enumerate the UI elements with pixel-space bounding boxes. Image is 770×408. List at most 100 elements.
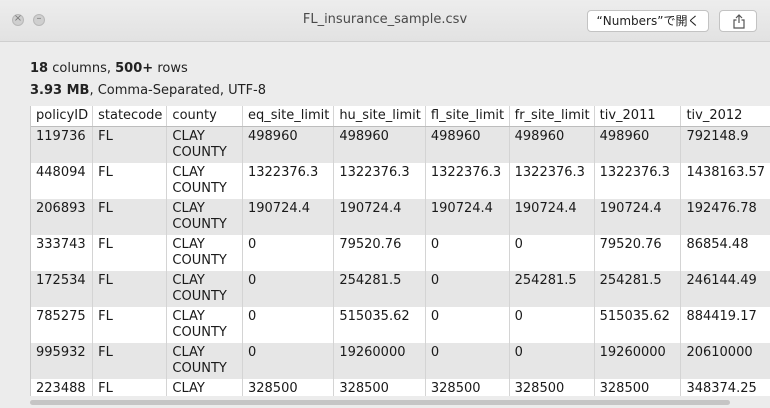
table-cell: CLAY COUNTY xyxy=(166,343,243,379)
share-icon xyxy=(733,14,745,29)
column-header-fr-site-limit[interactable]: fr_site_limit xyxy=(509,106,595,127)
column-header-policyid[interactable]: policyID xyxy=(31,106,94,127)
table-cell: 498960 xyxy=(333,126,426,163)
csv-table: policyID statecode county eq_site_limit hu_s… xyxy=(31,106,770,396)
table-row[interactable]: 333743 FL CLAY COUNTY 0 79520.76 0 0 79520.76 86… xyxy=(31,235,770,271)
table-cell: 20610000 xyxy=(680,343,770,379)
table-cell: 190724.4 xyxy=(242,199,335,235)
table-cell: 515035.62 xyxy=(333,307,426,343)
table-cell: 884419.17 xyxy=(680,307,770,343)
column-header-fl-site-limit[interactable]: fl_site_limit xyxy=(425,106,510,127)
quicklook-window: × – FL_insurance_sample.csv “Numbers”で開く… xyxy=(0,0,770,408)
rows-count: 500+ xyxy=(115,61,154,76)
table-cell: 206893 xyxy=(31,199,94,235)
column-header-tiv-2012[interactable]: tiv_2012 xyxy=(680,106,770,127)
table-cell: 19260000 xyxy=(333,343,426,379)
table-cell: 0 xyxy=(242,343,335,379)
table-row[interactable]: 223488 FL CLAY 328500 328500 328500 328500 3285… xyxy=(31,379,770,396)
open-with-numbers-button[interactable]: “Numbers”で開く xyxy=(587,10,709,32)
table-cell: 0 xyxy=(242,271,335,307)
rows-word: rows xyxy=(157,61,188,76)
table-cell: 448094 xyxy=(31,163,94,199)
columns-count: 18 xyxy=(30,61,49,76)
column-header-eq-site-limit[interactable]: eq_site_limit xyxy=(242,106,335,127)
table-cell: 498960 xyxy=(594,126,682,163)
table-cell: CLAY COUNTY xyxy=(166,235,243,271)
table-cell: 223488 xyxy=(31,379,94,396)
table-cell: 254281.5 xyxy=(333,271,426,307)
table-cell: 328500 xyxy=(509,379,595,396)
table-cell: 0 xyxy=(242,307,335,343)
table-cell: 0 xyxy=(425,271,510,307)
table-cell: 79520.76 xyxy=(333,235,426,271)
column-header-hu-site-limit[interactable]: hu_site_limit xyxy=(333,106,426,127)
table-cell: 498960 xyxy=(242,126,335,163)
table-cell: 328500 xyxy=(333,379,426,396)
table-cell: 792148.9 xyxy=(680,126,770,163)
table-cell: 995932 xyxy=(31,343,94,379)
table-cell: CLAY COUNTY xyxy=(166,126,243,163)
table-cell: CLAY xyxy=(166,379,243,396)
table-cell: 190724.4 xyxy=(425,199,510,235)
table-cell: 19260000 xyxy=(594,343,682,379)
table-cell: 190724.4 xyxy=(594,199,682,235)
table-header-row: policyID statecode county eq_site_limit hu_s… xyxy=(31,106,770,127)
table-cell: FL xyxy=(92,271,168,307)
table-cell: 190724.4 xyxy=(333,199,426,235)
table-cell: 254281.5 xyxy=(594,271,682,307)
column-header-county[interactable]: county xyxy=(166,106,243,127)
table-row[interactable]: 785275 FL CLAY COUNTY 0 515035.62 0 0 515035.62… xyxy=(31,307,770,343)
table-cell: 328500 xyxy=(425,379,510,396)
csv-table-view[interactable]: policyID statecode county eq_site_limit hu_s… xyxy=(30,106,770,396)
columns-word: columns, xyxy=(52,61,111,76)
table-cell: CLAY COUNTY xyxy=(166,271,243,307)
table-cell: 1322376.3 xyxy=(333,163,426,199)
table-cell: 328500 xyxy=(242,379,335,396)
column-header-tiv-2011[interactable]: tiv_2011 xyxy=(594,106,682,127)
table-cell: FL xyxy=(92,307,168,343)
table-cell: 0 xyxy=(425,235,510,271)
file-format: , Comma-Separated, UTF-8 xyxy=(89,83,267,98)
table-cell: 119736 xyxy=(31,126,94,163)
table-row[interactable]: 206893 FL CLAY COUNTY 190724.4 190724.4 19072… xyxy=(31,199,770,235)
file-meta: 3.93 MB, Comma-Separated, UTF-8 xyxy=(30,83,266,98)
table-cell: 333743 xyxy=(31,235,94,271)
table-cell: 172534 xyxy=(31,271,94,307)
table-cell: 1322376.3 xyxy=(425,163,510,199)
table-cell: 254281.5 xyxy=(509,271,595,307)
table-cell: CLAY COUNTY xyxy=(166,199,243,235)
table-cell: 1438163.57 xyxy=(680,163,770,199)
table-cell: 0 xyxy=(509,343,595,379)
share-button[interactable] xyxy=(719,10,757,32)
table-cell: 1322376.3 xyxy=(509,163,595,199)
table-cell: 1322376.3 xyxy=(594,163,682,199)
table-cell: 515035.62 xyxy=(594,307,682,343)
table-cell: FL xyxy=(92,235,168,271)
table-cell: 348374.25 xyxy=(680,379,770,396)
table-cell: 0 xyxy=(425,307,510,343)
table-cell: FL xyxy=(92,126,168,163)
table-cell: 190724.4 xyxy=(509,199,595,235)
table-cell: 0 xyxy=(425,343,510,379)
table-row[interactable]: 448094 FL CLAY COUNTY 1322376.3 1322376.3 132… xyxy=(31,163,770,199)
table-cell: 785275 xyxy=(31,307,94,343)
table-body: 119736 FL CLAY COUNTY 498960 498960 498960 498… xyxy=(31,126,770,396)
table-cell: CLAY COUNTY xyxy=(166,307,243,343)
column-header-statecode[interactable]: statecode xyxy=(92,106,168,127)
table-cell: 79520.76 xyxy=(594,235,682,271)
table-cell: FL xyxy=(92,379,168,396)
table-cell: 328500 xyxy=(594,379,682,396)
table-row[interactable]: 995932 FL CLAY COUNTY 0 19260000 0 0 19260000 20… xyxy=(31,343,770,379)
table-cell: FL xyxy=(92,343,168,379)
table-cell: 498960 xyxy=(425,126,510,163)
table-cell: 192476.78 xyxy=(680,199,770,235)
table-row[interactable]: 172534 FL CLAY COUNTY 0 254281.5 0 254281.5 254… xyxy=(31,271,770,307)
scrollbar-thumb[interactable] xyxy=(30,400,730,405)
table-cell: FL xyxy=(92,163,168,199)
table-cell: 246144.49 xyxy=(680,271,770,307)
title-bar: × – FL_insurance_sample.csv “Numbers”で開く xyxy=(0,0,770,42)
file-dimensions: 18 columns, 500+ rows xyxy=(30,61,188,76)
table-row[interactable]: 119736 FL CLAY COUNTY 498960 498960 498960 498… xyxy=(31,126,770,163)
table-cell: 498960 xyxy=(509,126,595,163)
table-cell: CLAY COUNTY xyxy=(166,163,243,199)
